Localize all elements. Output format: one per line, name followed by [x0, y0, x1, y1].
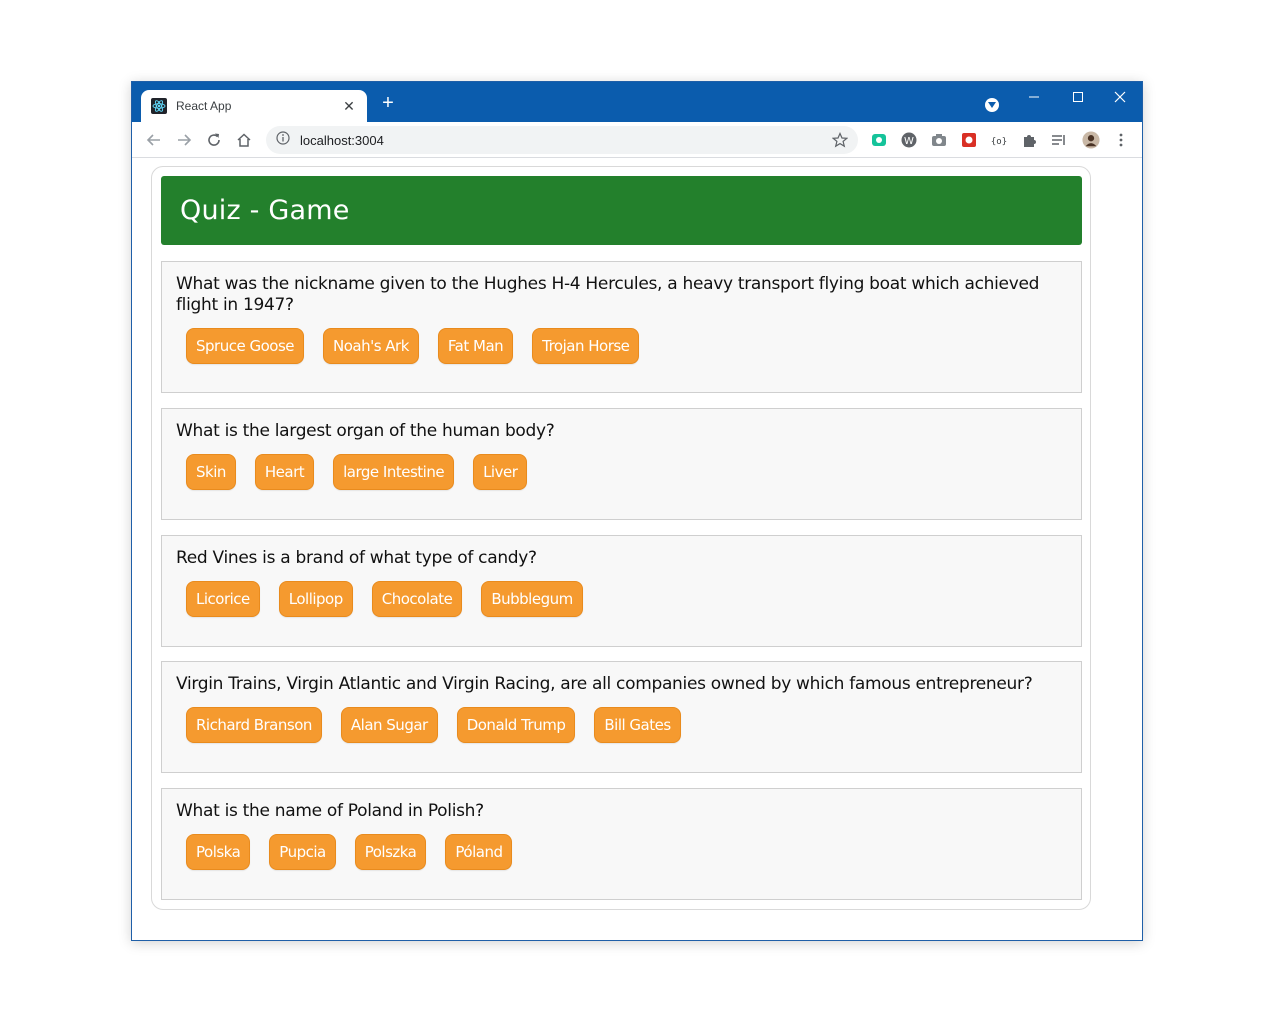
back-icon[interactable] — [144, 130, 164, 150]
title-bar: React App ✕ + — [132, 82, 1142, 122]
question-card: Virgin Trains, Virgin Atlantic and Virgi… — [161, 661, 1082, 773]
question-text: Virgin Trains, Virgin Atlantic and Virgi… — [176, 674, 1033, 694]
answer-button[interactable]: Richard Branson — [186, 707, 322, 743]
answer-button[interactable]: Heart — [254, 454, 315, 490]
page-content: Quiz - Game What was the nickname given … — [132, 158, 1142, 940]
question-text: What is the name of Poland in Polish? — [176, 801, 484, 821]
answer-button[interactable]: Noah's Ark — [322, 328, 419, 364]
forward-icon[interactable] — [174, 130, 194, 150]
answer-button[interactable]: Polszka — [354, 834, 427, 870]
answer-button[interactable]: Licorice — [186, 581, 260, 617]
tab-react-app[interactable]: React App ✕ — [141, 90, 367, 122]
answer-button[interactable]: Póland — [445, 834, 513, 870]
browser-window: React App ✕ + localhost:3004 W {o} Quiz … — [131, 81, 1143, 941]
answer-group: Polska Pupcia Polszka Póland — [186, 834, 1067, 870]
site-info-icon[interactable] — [276, 130, 290, 150]
answer-button[interactable]: Alan Sugar — [340, 707, 438, 743]
maximize-icon[interactable] — [1056, 82, 1100, 112]
menu-kebab-icon[interactable] — [1112, 131, 1130, 149]
answer-button[interactable]: Fat Man — [437, 328, 514, 364]
page-title: Quiz - Game — [180, 195, 350, 226]
tab-close-icon[interactable]: ✕ — [341, 98, 357, 115]
answer-button[interactable]: Polska — [186, 834, 251, 870]
question-text: Red Vines is a brand of what type of can… — [176, 548, 537, 568]
question-card: What is the largest organ of the human b… — [161, 408, 1082, 520]
quiz-app-container: Quiz - Game What was the nickname given … — [151, 166, 1091, 910]
answer-group: Spruce Goose Noah's Ark Fat Man Trojan H… — [186, 328, 1067, 364]
question-text: What was the nickname given to the Hughe… — [176, 274, 1040, 315]
tab-search-icon[interactable] — [985, 98, 999, 112]
new-tab-button[interactable]: + — [377, 93, 399, 115]
answer-button[interactable]: Bill Gates — [594, 707, 681, 743]
react-icon — [151, 98, 167, 114]
question-card: What is the name of Poland in Polish? Po… — [161, 788, 1082, 900]
minimize-icon[interactable] — [1012, 82, 1056, 112]
bookmark-star-icon[interactable] — [831, 132, 849, 153]
address-bar[interactable]: localhost:3004 — [266, 126, 858, 154]
answer-button[interactable]: Liver — [473, 454, 528, 490]
answer-group: Richard Branson Alan Sugar Donald Trump … — [186, 707, 1067, 743]
question-text: What is the largest organ of the human b… — [176, 421, 555, 441]
red-extension-icon[interactable] — [960, 131, 978, 149]
wordpress-extension-icon[interactable]: W — [900, 131, 918, 149]
grammarly-extension-icon[interactable] — [870, 131, 888, 149]
answer-button[interactable]: large Intestine — [333, 454, 455, 490]
answer-button[interactable]: Trojan Horse — [532, 328, 640, 364]
answer-button[interactable]: Pupcia — [269, 834, 336, 870]
profile-avatar[interactable] — [1082, 131, 1100, 149]
svg-text:W: W — [904, 136, 914, 147]
answer-button[interactable]: Donald Trump — [456, 707, 576, 743]
close-window-icon[interactable] — [1098, 82, 1142, 112]
camera-extension-icon[interactable] — [930, 131, 948, 149]
reload-icon[interactable] — [204, 130, 224, 150]
answer-button[interactable]: Chocolate — [371, 581, 463, 617]
answer-button[interactable]: Lollipop — [278, 581, 353, 617]
json-extension-icon[interactable]: {o} — [990, 131, 1008, 149]
answer-group: Skin Heart large Intestine Liver — [186, 454, 1067, 490]
tab-title: React App — [176, 99, 232, 113]
browser-toolbar: localhost:3004 W {o} — [132, 122, 1142, 158]
answer-button[interactable]: Skin — [186, 454, 236, 490]
question-card: What was the nickname given to the Hughe… — [161, 261, 1082, 393]
answer-button[interactable]: Spruce Goose — [186, 328, 304, 364]
question-card: Red Vines is a brand of what type of can… — [161, 535, 1082, 647]
answer-button[interactable]: Bubblegum — [481, 581, 583, 617]
answer-group: Licorice Lollipop Chocolate Bubblegum — [186, 581, 1067, 617]
url-text: localhost:3004 — [300, 132, 384, 148]
svg-text:{o}: {o} — [991, 137, 1007, 147]
quiz-header: Quiz - Game — [161, 176, 1082, 245]
home-icon[interactable] — [234, 130, 254, 150]
extensions-puzzle-icon[interactable] — [1020, 131, 1038, 149]
media-queue-icon[interactable] — [1050, 131, 1068, 149]
